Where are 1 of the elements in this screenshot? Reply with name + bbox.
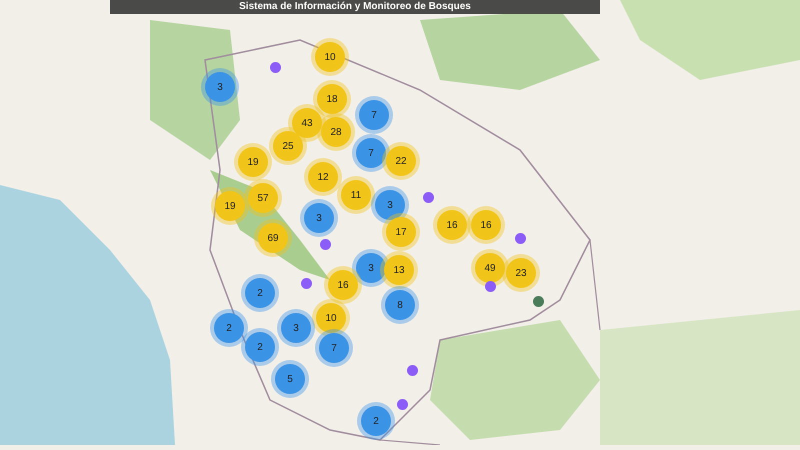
header-title: Sistema de Información y Monitoreo de Bosques — [239, 1, 471, 13]
